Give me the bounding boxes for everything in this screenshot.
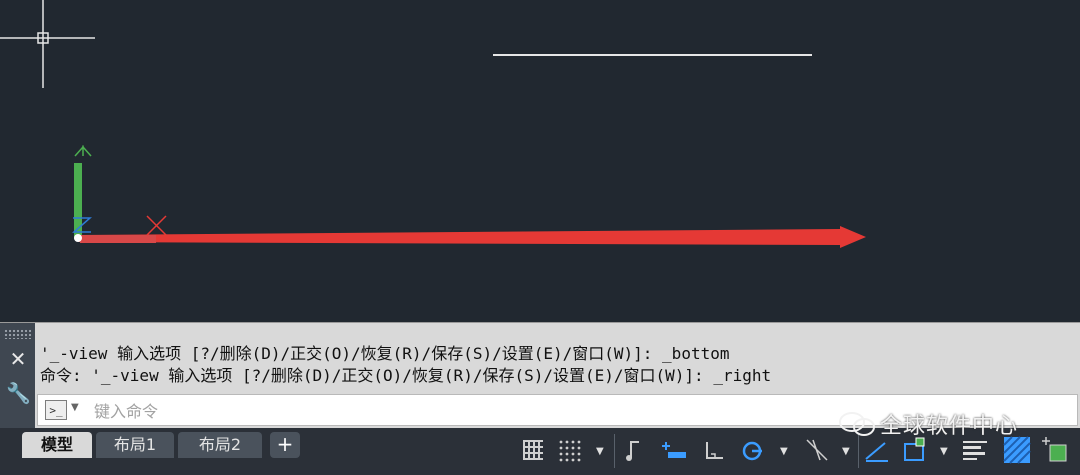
chevron-down-icon[interactable]: ▼ xyxy=(780,446,788,457)
chevron-down-icon[interactable]: ▼ xyxy=(842,446,850,457)
selection-cycling-icon[interactable] xyxy=(1042,433,1072,467)
ortho-mode-icon[interactable] xyxy=(700,433,730,467)
snap-mode-icon[interactable] xyxy=(554,433,584,467)
drawing-viewport[interactable] xyxy=(0,0,1080,322)
drag-grip-icon[interactable] xyxy=(4,329,31,339)
toolbar-separator xyxy=(614,434,615,468)
chevron-down-icon[interactable]: ▼ xyxy=(596,446,604,457)
wrench-settings-icon[interactable]: 🔧 xyxy=(6,381,31,405)
command-panel-sidebar: ✕ 🔧 xyxy=(0,323,35,429)
ucs-icon xyxy=(72,145,167,243)
history-line: '_-view 输入选项 [?/删除(D)/正交(O)/恢复(R)/保存(S)/… xyxy=(40,344,730,363)
crosshair-cursor xyxy=(0,0,95,88)
chevron-down-icon[interactable]: ▼ xyxy=(940,446,948,457)
add-layout-button[interactable]: + xyxy=(270,432,300,458)
command-history: '_-view 输入选项 [?/删除(D)/正交(O)/恢复(R)/保存(S)/… xyxy=(40,343,1080,387)
grid-icon[interactable] xyxy=(518,433,548,467)
drawing-canvas[interactable] xyxy=(0,0,1080,322)
toolbar-separator xyxy=(858,434,859,468)
tab-model[interactable]: 模型 xyxy=(22,432,92,458)
polar-tracking-icon[interactable] xyxy=(738,433,768,467)
close-icon[interactable]: ✕ xyxy=(6,347,30,371)
history-line: 命令: '_-view 输入选项 [?/删除(D)/正交(O)/恢复(R)/保存… xyxy=(40,366,772,385)
watermark-text: 全球软件中心 xyxy=(880,414,1019,439)
dynamic-input-icon[interactable] xyxy=(660,433,690,467)
isodraft-icon[interactable] xyxy=(802,433,832,467)
wechat-logo-icon xyxy=(839,412,875,436)
tab-layout1[interactable]: 布局1 xyxy=(96,432,174,458)
infer-constraints-icon[interactable] xyxy=(620,433,650,467)
command-prompt-icon[interactable]: >_ xyxy=(45,400,67,420)
tab-layout2[interactable]: 布局2 xyxy=(178,432,262,458)
chevron-down-icon[interactable]: ▼ xyxy=(71,402,79,413)
command-input[interactable] xyxy=(92,398,796,424)
x-axis-arrow xyxy=(78,226,866,248)
